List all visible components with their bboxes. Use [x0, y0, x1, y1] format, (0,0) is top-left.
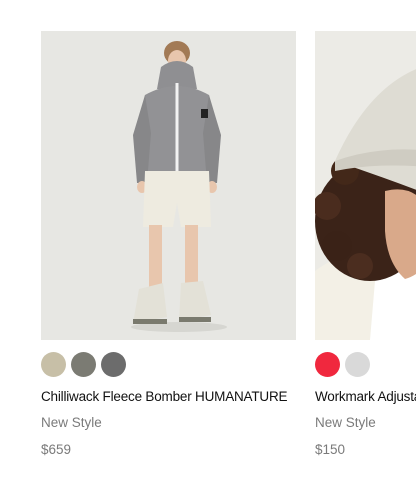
- product-image[interactable]: [41, 31, 296, 340]
- product-image[interactable]: [315, 31, 416, 340]
- product-name[interactable]: Workmark Adjustable: [315, 389, 416, 405]
- product-style-label: New Style: [315, 415, 376, 430]
- product-card[interactable]: Workmark Adjustable New Style $150: [315, 31, 416, 458]
- color-swatches: [315, 352, 416, 378]
- color-swatch[interactable]: [71, 352, 96, 377]
- product-card[interactable]: Chilliwack Fleece Bomber HUMANATURE New …: [41, 31, 296, 458]
- product-grid: Chilliwack Fleece Bomber HUMANATURE New …: [0, 0, 416, 492]
- product-price: $150: [315, 442, 346, 457]
- product-photo-cap: [315, 31, 416, 340]
- color-swatch[interactable]: [41, 352, 66, 377]
- product-photo-jacket: [41, 31, 296, 340]
- product-style-label: New Style: [41, 415, 102, 430]
- color-swatch[interactable]: [315, 352, 340, 377]
- product-price: $659: [41, 442, 72, 457]
- color-swatch[interactable]: [345, 352, 370, 377]
- color-swatches: [41, 352, 296, 378]
- product-name[interactable]: Chilliwack Fleece Bomber HUMANATURE: [41, 389, 296, 405]
- color-swatch[interactable]: [101, 352, 126, 377]
